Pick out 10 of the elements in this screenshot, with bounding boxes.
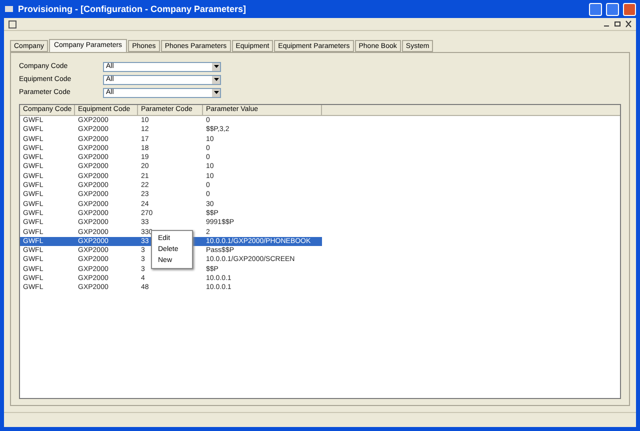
dropdown-arrow-icon bbox=[214, 65, 218, 68]
maximize-button[interactable] bbox=[606, 2, 619, 16]
app-icon bbox=[4, 4, 14, 14]
window-title: Provisioning - [Configuration - Company Parameters] bbox=[18, 4, 248, 14]
close-button[interactable] bbox=[623, 2, 636, 16]
dropdown-arrow-icon bbox=[214, 91, 218, 94]
mdi-controls-icon[interactable] bbox=[602, 20, 632, 28]
document-icon[interactable] bbox=[8, 20, 17, 28]
dropdown-arrow-icon bbox=[214, 78, 218, 81]
minimize-button[interactable] bbox=[589, 2, 602, 16]
